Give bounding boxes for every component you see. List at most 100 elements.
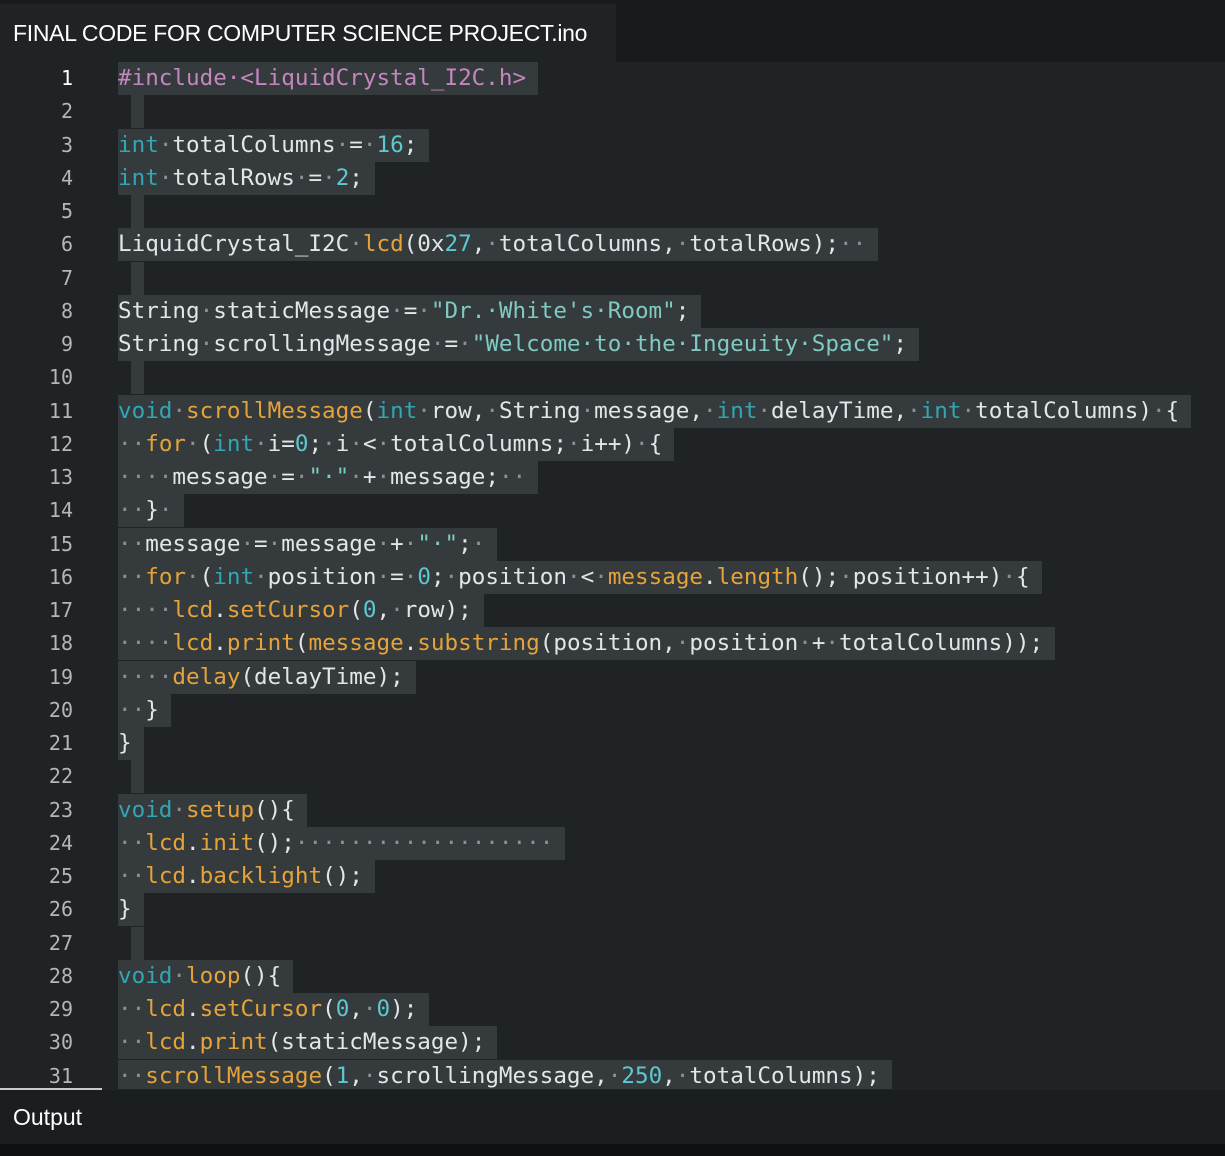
code-line[interactable]: 21} (0, 727, 1225, 760)
code-text[interactable]: int·totalRows·=·2; (118, 161, 375, 195)
code-text[interactable]: void·scrollMessage(int·row,·String·messa… (118, 394, 1192, 428)
output-panel-header[interactable]: Output (0, 1090, 1225, 1144)
code-token: 27 (444, 231, 472, 258)
code-line[interactable]: 5 (0, 195, 1225, 228)
code-text[interactable]: String·staticMessage·=·"Dr.·White's·Room… (118, 294, 702, 328)
code-line[interactable]: 14 ··}· (0, 494, 1225, 528)
code-token: . (703, 563, 717, 590)
code-line[interactable]: 6 LiquidCrystal_I2C·lcd(0x27,·totalColumn… (0, 228, 1225, 262)
code-token: · (199, 331, 214, 357)
code-text[interactable]: void·loop(){ (118, 959, 294, 993)
code-text[interactable] (131, 95, 144, 129)
code-editor[interactable]: 1 #include·<LiquidCrystal_I2C.h> 2 3 int·tot… (0, 62, 1225, 1089)
code-token: { (648, 430, 663, 457)
code-text[interactable] (131, 361, 144, 395)
code-text[interactable]: LiquidCrystal_I2C·lcd(0x27,·totalColumns… (118, 228, 879, 262)
code-token: . (213, 630, 227, 657)
code-text[interactable] (131, 195, 144, 228)
code-token: message (145, 530, 241, 557)
code-token: = (444, 331, 459, 357)
code-line[interactable]: 26} (0, 893, 1225, 927)
code-text[interactable]: ··message·=·message·+·"·";· (118, 527, 498, 561)
line-number: 30 (48, 1030, 73, 1055)
code-line[interactable]: 22 (0, 760, 1225, 794)
code-token: position (458, 563, 567, 590)
code-token: loop (186, 962, 241, 989)
code-token: · (675, 231, 690, 258)
code-token: · (199, 297, 214, 324)
code-token: scrollMessage (145, 1062, 323, 1089)
code-text[interactable]: ····lcd.setCursor(0,·row); (118, 594, 484, 627)
code-token: position (689, 630, 799, 657)
code-text[interactable]: ··lcd.backlight(); (118, 860, 375, 893)
code-token: delay (172, 663, 241, 690)
code-text[interactable]: ····message·=·"·"·+·message;·· (118, 461, 539, 494)
code-text[interactable]: ····delay(delayTime); (118, 660, 416, 694)
code-line[interactable]: 16 ··for·(int·position·=·0;·position·<·me… (0, 560, 1225, 594)
code-line[interactable]: 13 ····message·=·"·"·+·message;·· (0, 461, 1225, 494)
code-line[interactable]: 23 void·setup(){ (0, 793, 1225, 827)
code-text[interactable] (131, 261, 144, 295)
code-line[interactable]: 15 ··message·=·message·+·"·";· (0, 527, 1225, 561)
code-line[interactable]: 28 void·loop(){ (0, 959, 1225, 993)
code-line[interactable]: 31 ··scrollMessage(1,·scrollingMessage,·2… (0, 1059, 1225, 1089)
code-token: · (675, 630, 690, 657)
line-number: 5 (60, 199, 73, 223)
code-token: · (349, 231, 363, 258)
code-line[interactable]: 12 ··for·(int·i=0;·i·<·totalColumns;·i++)… (0, 427, 1225, 461)
code-text[interactable]: } (118, 893, 144, 927)
code-line[interactable]: 19 ····delay(delayTime); (0, 660, 1225, 694)
code-line[interactable]: 1 #include·<LiquidCrystal_I2C.h> (0, 62, 1225, 95)
code-line[interactable]: 2 (0, 95, 1225, 129)
code-token: = (349, 131, 363, 158)
code-line[interactable]: 29 ··lcd.setCursor(0,·0); (0, 993, 1225, 1026)
code-text[interactable]: int·totalColumns·=·16; (118, 128, 430, 162)
code-token: row, (430, 397, 486, 424)
code-line[interactable]: 17 ····lcd.setCursor(0,·row); (0, 594, 1225, 627)
code-token: "·" (308, 464, 350, 490)
code-line[interactable]: 3 int·totalColumns·=·16; (0, 128, 1225, 162)
code-line[interactable]: 4 int·totalRows·=·2; (0, 161, 1225, 195)
code-line[interactable]: 8 String·staticMessage·=·"Dr.·White's·Roo… (0, 294, 1225, 328)
code-text[interactable]: ··scrollMessage(1,·scrollingMessage,·250… (118, 1059, 892, 1089)
code-text[interactable]: ··for·(int·i=0;·i·<·totalColumns;·i++)·{ (118, 427, 675, 461)
code-text[interactable]: ··for·(int·position·=·0;·position·<·mess… (118, 560, 1042, 594)
code-line[interactable]: 10 (0, 361, 1225, 395)
code-token: 2 (335, 164, 350, 191)
code-line[interactable]: 27 (0, 926, 1225, 960)
code-token: · (362, 996, 377, 1022)
code-text[interactable]: ··}· (118, 494, 185, 528)
line-number: 14 (48, 498, 73, 523)
code-line[interactable]: 24 ··lcd.init();··················· (0, 826, 1225, 860)
code-text[interactable]: ··} (118, 693, 171, 727)
code-line[interactable]: 30 ··lcd.print(staticMessage); (0, 1026, 1225, 1060)
code-text[interactable] (131, 926, 144, 960)
line-number: 2 (60, 99, 73, 124)
code-token: · (825, 630, 840, 657)
code-line[interactable]: 20 ··} (0, 693, 1225, 727)
code-text[interactable]: String·scrollingMessage·=·"Welcome·to·th… (118, 328, 920, 361)
code-token: lcd (172, 597, 214, 623)
code-text[interactable]: ··lcd.init();··················· (118, 826, 566, 860)
code-token: 1 (335, 1062, 350, 1089)
code-text[interactable]: ····lcd.print(message.substring(position… (118, 627, 1056, 661)
code-token: ···· (118, 630, 173, 657)
code-line[interactable]: 7 (0, 261, 1225, 295)
code-text[interactable] (131, 760, 144, 794)
code-line[interactable]: 11 void·scrollMessage(int·row,·String·mes… (0, 394, 1225, 428)
code-token: · (322, 164, 336, 191)
code-text[interactable]: #include·<LiquidCrystal_I2C.h> (118, 62, 539, 95)
line-number: 15 (48, 531, 73, 556)
file-tab[interactable]: FINAL CODE FOR COMPUTER SCIENCE PROJECT.… (0, 4, 616, 62)
code-text[interactable]: } (118, 727, 144, 760)
code-line[interactable]: 9 String·scrollingMessage·=·"Welcome·to·t… (0, 328, 1225, 361)
code-token: ; (403, 131, 418, 158)
code-token: + (811, 630, 826, 657)
code-text[interactable]: ··lcd.setCursor(0,·0); (118, 993, 430, 1026)
code-text[interactable]: ··lcd.print(staticMessage); (118, 1026, 498, 1060)
code-line[interactable]: 25 ··lcd.backlight(); (0, 860, 1225, 893)
code-line[interactable]: 18 ····lcd.print(message.substring(positi… (0, 627, 1225, 661)
code-token: · (186, 430, 200, 457)
line-number: 7 (60, 265, 73, 290)
code-text[interactable]: void·setup(){ (118, 793, 307, 827)
